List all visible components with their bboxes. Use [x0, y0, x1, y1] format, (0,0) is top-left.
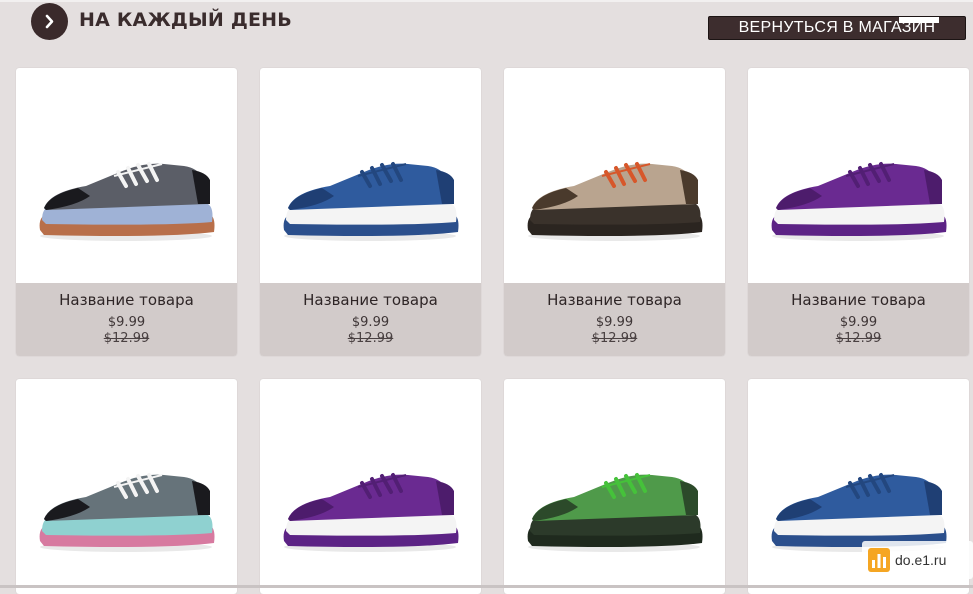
watermark: do.e1.ru: [862, 541, 973, 579]
watermark-text: do.e1.ru: [895, 552, 947, 568]
product-card[interactable]: Название товара $9.99 $12.99: [260, 68, 481, 356]
back-to-shop-button[interactable]: ВЕРНУТЬСЯ В МАГАЗИН: [708, 16, 966, 40]
sneaker-icon: [527, 473, 703, 552]
product-card[interactable]: Название товара $9.99 $12.99: [16, 68, 237, 356]
sneaker-icon: [39, 162, 215, 241]
product-card[interactable]: Название товара $9.99 $12.99: [748, 68, 969, 356]
button-notch: [899, 17, 939, 23]
section-header: НА КАЖДЫЙ ДЕНЬ ВЕРНУТЬСЯ В МАГАЗИН: [0, 0, 973, 46]
product-price: $9.99: [839, 315, 878, 330]
product-name: Название товара: [547, 291, 682, 309]
product-image: [260, 379, 481, 594]
product-image: [16, 68, 237, 283]
product-image: [748, 68, 969, 283]
product-image: [504, 68, 725, 283]
product-card[interactable]: [16, 379, 237, 594]
product-price: $9.99: [351, 315, 390, 330]
product-old-price: $12.99: [103, 331, 150, 346]
sneaker-icon: [527, 162, 703, 241]
product-image: [16, 379, 237, 594]
product-info: Название товара $9.99 $12.99: [748, 283, 969, 356]
section-toggle-button[interactable]: [31, 3, 68, 40]
product-card[interactable]: [260, 379, 481, 594]
product-card[interactable]: Название товара $9.99 $12.99: [504, 68, 725, 356]
product-info: Название товара $9.99 $12.99: [504, 283, 725, 356]
e1-logo-icon: [868, 548, 890, 572]
product-image: [504, 379, 725, 594]
product-name: Название товара: [59, 291, 194, 309]
section-title: НА КАЖДЫЙ ДЕНЬ: [79, 9, 292, 31]
product-info: Название товара $9.99 $12.99: [16, 283, 237, 356]
product-price: $9.99: [595, 315, 634, 330]
product-old-price: $12.99: [591, 331, 638, 346]
product-card[interactable]: [504, 379, 725, 594]
sneaker-icon: [283, 473, 459, 552]
product-old-price: $12.99: [835, 331, 882, 346]
product-name: Название товара: [303, 291, 438, 309]
sneaker-icon: [771, 162, 947, 241]
product-image: [260, 68, 481, 283]
chevron-right-icon: [45, 14, 54, 29]
product-old-price: $12.99: [347, 331, 394, 346]
sneaker-icon: [283, 162, 459, 241]
product-price: $9.99: [107, 315, 146, 330]
sneaker-icon: [39, 473, 215, 552]
product-name: Название товара: [791, 291, 926, 309]
product-info: Название товара $9.99 $12.99: [260, 283, 481, 356]
